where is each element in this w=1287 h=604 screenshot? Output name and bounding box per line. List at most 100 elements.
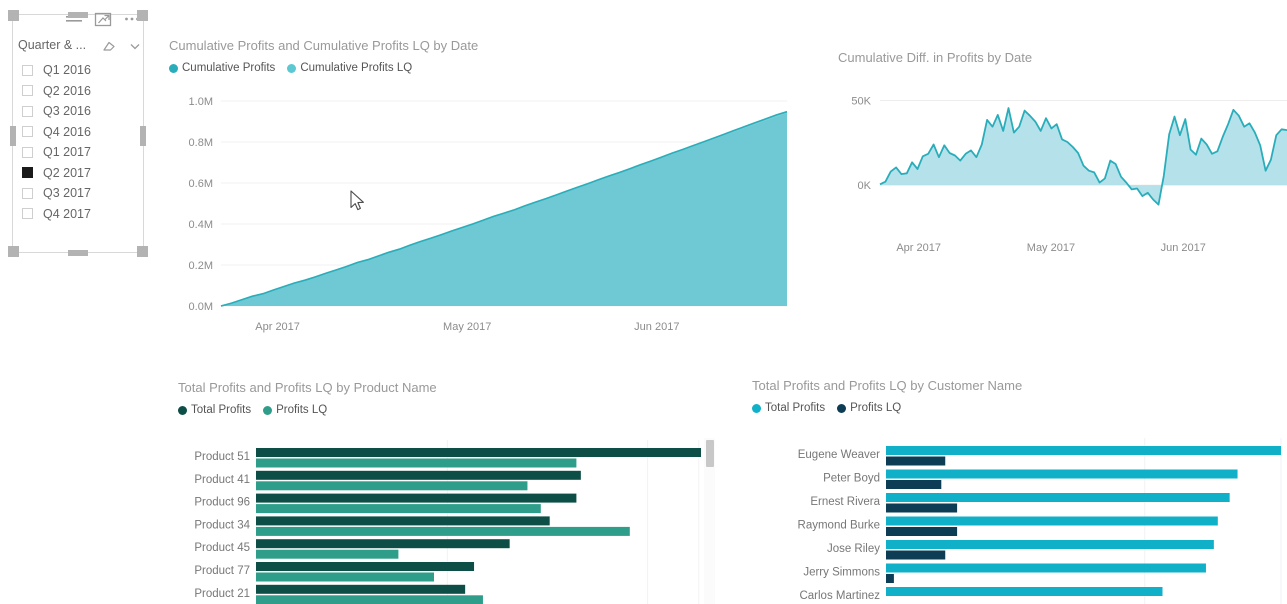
legend-entry[interactable]: Total Profits [752,402,825,414]
bar[interactable] [886,540,1214,549]
legend-entry[interactable]: Cumulative Profits [169,62,275,74]
chart-legend[interactable]: Total Profits Profits LQ [752,402,1287,414]
bar[interactable] [886,527,958,536]
slicer-item[interactable]: Q1 2016 [22,60,142,81]
bar[interactable] [886,587,1163,596]
slicer-item[interactable]: Q1 2017 [22,142,142,163]
category-label: Jerry Simmons [803,567,880,579]
resize-handle-right[interactable] [140,126,146,146]
legend-color-dot [178,405,187,415]
x-tick-label: Jun 2017 [634,321,679,333]
slicer-item[interactable]: Q4 2017 [22,204,142,225]
eraser-clear-icon[interactable] [102,39,116,53]
mouse-cursor [350,190,366,214]
slicer-item-label: Q1 2016 [43,63,91,77]
bar[interactable] [886,503,958,513]
bar[interactable] [256,584,466,594]
x-tick-label: Apr 2017 [255,321,300,333]
bar[interactable] [256,470,581,480]
bar[interactable] [256,562,475,571]
cumulative-profits-chart[interactable]: Cumulative Profits and Cumulative Profit… [169,38,799,348]
resize-handle-left[interactable] [10,126,16,146]
legend-label: Cumulative Profits LQ [300,62,413,74]
resize-handle-bottom[interactable] [68,250,88,256]
slicer-item[interactable]: Q4 2016 [22,122,142,143]
bar[interactable] [886,550,946,560]
legend-entry[interactable]: Profits LQ [837,402,901,414]
y-tick-label: 0.0M [189,301,213,313]
resize-handle-br[interactable] [137,246,148,257]
bar[interactable] [256,549,399,559]
bar[interactable] [886,574,894,583]
bar[interactable] [256,493,577,503]
category-label: Jose Riley [827,543,880,555]
legend-color-dot [752,403,761,413]
slicer-checkbox[interactable] [22,208,33,220]
legend-entry[interactable]: Cumulative Profits LQ [287,62,412,74]
focus-mode-icon[interactable] [93,10,113,28]
bar[interactable] [256,516,550,526]
slicer-checkbox[interactable] [22,64,33,76]
y-tick-label: 0.4M [189,219,213,231]
product-profits-chart[interactable]: Total Profits and Profits LQ by Product … [178,380,715,604]
slicer-item-label: Q3 2016 [43,104,91,118]
chart-legend[interactable]: Cumulative Profits Cumulative Profits LQ [169,62,799,74]
cumulative-profits-plot: 1.0M 0.8M 0.6M 0.4M 0.2M 0.0M Apr 2017 May 2017… [189,96,788,333]
slicer-checkbox[interactable] [22,146,33,158]
bar[interactable] [886,480,942,489]
bar[interactable] [256,448,701,457]
chart-legend[interactable]: Total Profits Profits LQ [178,404,708,416]
bar[interactable] [886,446,1281,455]
category-label: Product 51 [194,451,250,463]
slicer-item[interactable]: Q3 2017 [22,183,142,204]
quarter-slicer[interactable]: Quarter & ... Q1 2016 Q2 2016 Q3 2016 Q4 20… [4,4,152,257]
bar[interactable] [256,504,541,514]
cumulative-diff-chart[interactable]: Cumulative Diff. in Profits by Date 50K 0… [838,50,1287,270]
product-chart-scrollbar-thumb[interactable] [706,440,714,467]
resize-handle-bl[interactable] [8,246,19,257]
legend-label: Cumulative Profits [182,62,276,74]
resize-handle-tl[interactable] [8,10,19,21]
slicer-item[interactable]: Q2 2016 [22,81,142,102]
legend-label: Total Profits [765,402,826,414]
resize-handle-tr[interactable] [137,10,148,21]
slicer-item[interactable]: Q2 2017 [22,163,142,184]
plot-2-bars: Product 51 Product 41 Product 96 Product 34… [194,440,701,604]
bar[interactable] [256,458,577,468]
legend-entry[interactable]: Profits LQ [263,404,327,416]
bar[interactable] [886,516,1218,526]
bar[interactable] [256,539,510,549]
legend-label: Profits LQ [276,404,328,416]
chart-title: Total Profits and Profits LQ by Customer… [752,378,1023,393]
bar[interactable] [886,493,1230,502]
bar[interactable] [256,595,483,604]
slicer-checkbox[interactable] [22,187,33,199]
customer-profits-chart[interactable]: Total Profits and Profits LQ by Customer… [752,378,1287,604]
category-label: Product 21 [194,588,250,600]
slicer-checkbox[interactable] [22,85,33,97]
slicer-checkbox[interactable] [22,105,33,117]
bar[interactable] [256,572,434,582]
slicer-item[interactable]: Q3 2016 [22,101,142,122]
legend-entry[interactable]: Total Profits [178,404,251,416]
slicer-header-icons[interactable] [102,39,142,53]
bar[interactable] [886,563,1206,573]
legend-label: Profits LQ [850,402,902,414]
bar[interactable] [886,469,1238,479]
bar[interactable] [256,481,528,491]
chart-title: Total Profits and Profits LQ by Product … [178,380,437,395]
legend-color-dot [169,63,178,73]
category-label: Raymond Burke [798,520,880,532]
category-label: Product 45 [194,542,250,554]
slicer-checkbox[interactable] [22,126,33,138]
slicer-checkbox[interactable] [22,167,33,179]
bar[interactable] [886,456,946,466]
bar[interactable] [256,526,630,536]
chart-title: Cumulative Diff. in Profits by Date [838,50,1033,65]
category-label: Ernest Rivera [810,496,880,508]
chevron-down-icon[interactable] [128,39,142,53]
slicer-item-label: Q3 2017 [43,186,91,200]
resize-handle-top[interactable] [68,12,88,18]
slicer-item-list[interactable]: Q1 2016 Q2 2016 Q3 2016 Q4 2016 Q1 2017 Q2 20… [22,60,142,224]
x-tick-label: May 2017 [443,321,491,333]
